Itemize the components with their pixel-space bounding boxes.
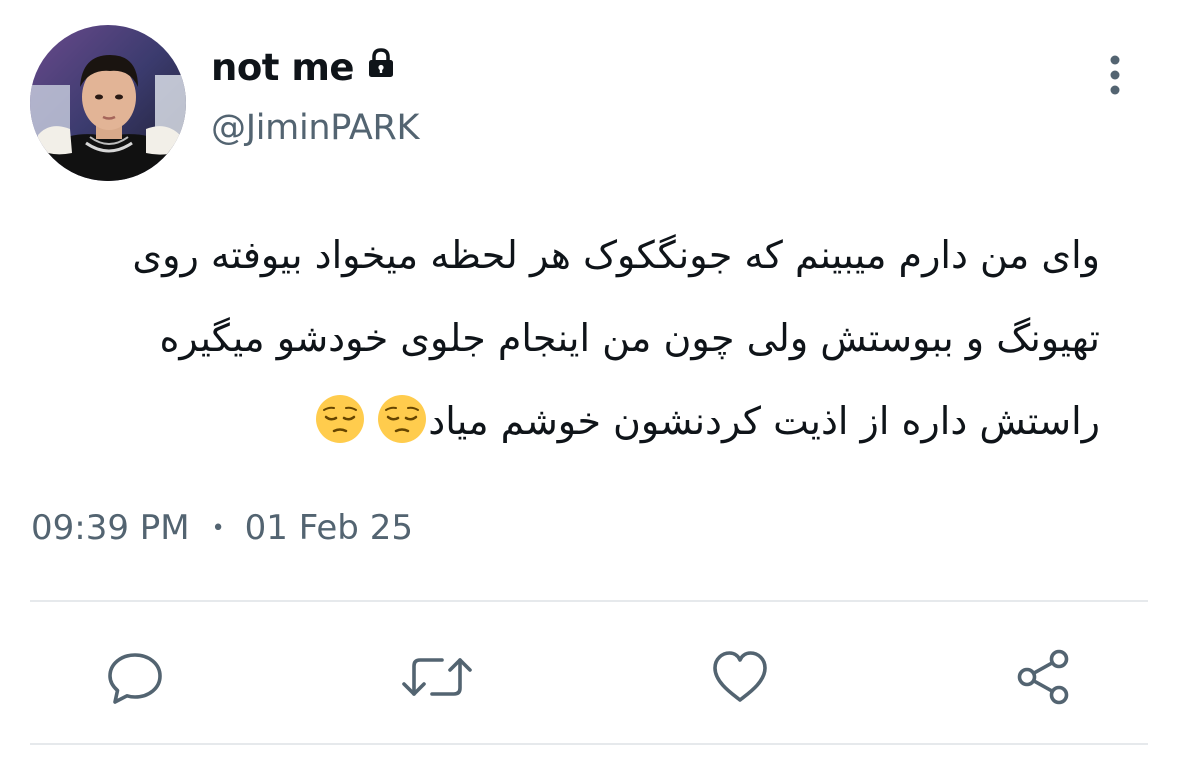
tweet-text-line: تهیونگ و ببوستش ولی چون من اینجام جلوی خ… [159,316,1100,360]
reply-icon [108,653,162,704]
tweet-text-line: راستش داره از اذیت کردنشون خوشم میاد [428,399,1100,443]
divider [30,600,1148,602]
tweet-text: وای من دارم میبینم که جونگکوک هر لحظه می… [30,214,1100,463]
display-name-text[interactable]: not me [211,46,354,89]
more-vertical-icon [1110,55,1120,95]
avatar-image [30,25,186,181]
tweet-timestamp[interactable]: 09:39 PM • 01 Feb 25 [31,508,413,548]
pensive-face-emoji-icon [314,393,366,445]
tweet-date: 01 Feb 25 [244,508,413,548]
avatar[interactable] [30,25,186,181]
timestamp-separator: • [211,515,225,541]
retweet-button[interactable] [402,642,472,712]
share-icon [1017,649,1069,705]
share-button[interactable] [1008,642,1078,712]
reply-button[interactable] [100,642,170,712]
like-button[interactable] [705,642,775,712]
tweet-actions-bar [0,632,1179,722]
tweet-text-line-with-emoji: راستش داره از اذیت کردنشون خوشم میاد [30,380,1100,463]
divider [30,743,1148,745]
lock-icon [364,46,398,84]
display-name[interactable]: not me [211,44,398,90]
user-handle[interactable]: @JiminPARK [211,108,419,148]
tweet-time: 09:39 PM [31,508,190,548]
heart-icon [713,651,767,702]
retweet-icon [402,658,472,696]
pensive-face-emoji-icon [376,393,428,445]
more-options-button[interactable] [1097,52,1133,100]
tweet-text-line: وای من دارم میبینم که جونگکوک هر لحظه می… [132,233,1100,277]
